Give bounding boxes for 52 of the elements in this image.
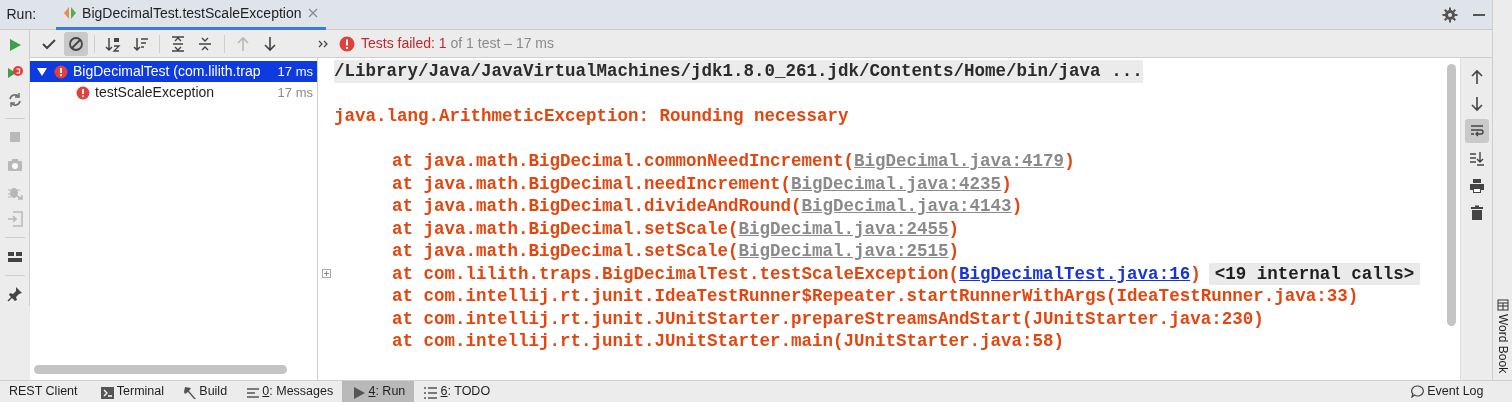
tool-window-tab[interactable]: 0: Messages: [236, 381, 343, 402]
stack-frame: ): [948, 240, 960, 263]
error-icon: [54, 64, 68, 79]
stack-frame: at com.intellij.rt.junit.IdeaTestRunner$Repeater.startRunnerWithArgs(IdeaTestRunner.java:33): [392, 285, 1359, 308]
terminal-icon: [99, 384, 114, 399]
stack-frame: ): [1011, 195, 1023, 218]
stack-frame: at com.intellij.rt.junit.JUnitStarter.main(JUnitStarter.java:58): [392, 330, 1065, 353]
hammer-icon: [182, 384, 197, 399]
tool-window-tab[interactable]: 6: TODO: [414, 381, 500, 402]
test-duration: 17 ms: [277, 63, 313, 81]
run-tab[interactable]: BigDecimalTest.testScaleException: [55, 0, 326, 30]
close-icon[interactable]: [308, 8, 318, 18]
tool-window-tab[interactable]: Build: [173, 381, 237, 402]
list-icon: [423, 384, 438, 399]
scrollbar[interactable]: [34, 365, 287, 374]
event-log-button[interactable]: Event Log: [1401, 381, 1493, 402]
ignored-icon[interactable]: [63, 31, 88, 56]
run-label: Run:: [6, 5, 37, 24]
expand-icon[interactable]: [321, 269, 331, 279]
stack-frame: at java.math.BigDecimal.divideAndRound(: [392, 195, 802, 218]
scrollbar[interactable]: [1447, 64, 1456, 326]
stack-frame: ): [1190, 262, 1201, 285]
book-icon: [1496, 299, 1509, 312]
tool-window-button[interactable]: Word Book: [1493, 299, 1512, 374]
test-name: testScaleException: [95, 83, 216, 103]
test-tree-item[interactable]: testScaleException 17 ms: [30, 82, 317, 104]
exception-message: java.lang.ArithmeticException: Rounding necessary: [334, 105, 849, 128]
stack-frame: ): [948, 217, 960, 240]
folded-calls[interactable]: <19 internal calls>: [1208, 262, 1421, 285]
error-icon: [338, 35, 355, 52]
stack-frame: at com.lilith.traps.BigDecimalTest.testScaleException(: [392, 262, 960, 285]
run-icon: [351, 384, 366, 399]
stack-frame: at java.math.BigDecimal.needIncrement(: [392, 172, 792, 195]
stack-frame: at java.math.BigDecimal.setScale(: [392, 217, 739, 240]
stack-frame: at com.intellij.rt.junit.JUnitStarter.prepareStreamsAndStart(JUnitStarter.java:230): [392, 307, 1264, 330]
source-link[interactable]: BigDecimalTest.java:16: [959, 262, 1191, 285]
tool-window-tab[interactable]: 4: Run: [342, 381, 415, 402]
stack-frame: at java.math.BigDecimal.commonNeedIncrement(: [392, 150, 855, 173]
soft-wrap-icon[interactable]: [1464, 119, 1489, 143]
tool-window-tab[interactable]: Terminal: [90, 381, 174, 402]
test-duration: 17 ms: [277, 84, 313, 102]
stack-frame: ): [1064, 150, 1075, 173]
test-tree-item[interactable]: BigDecimalTest (com.lilith.trap 17 ms: [30, 61, 317, 83]
stack-frame: ): [1001, 172, 1012, 195]
error-icon: [76, 85, 90, 100]
test-icon: [63, 6, 76, 20]
expanded-icon[interactable]: [36, 65, 48, 78]
speech-bubble-icon: [1410, 385, 1424, 398]
tool-window-tab[interactable]: REST Client: [0, 381, 87, 402]
stack-frame: at java.math.BigDecimal.setScale(: [392, 240, 739, 263]
test-status: Tests failed: 1 of 1 test – 17 ms: [361, 34, 554, 53]
test-name: BigDecimalTest (com.lilith.trap: [73, 62, 262, 82]
